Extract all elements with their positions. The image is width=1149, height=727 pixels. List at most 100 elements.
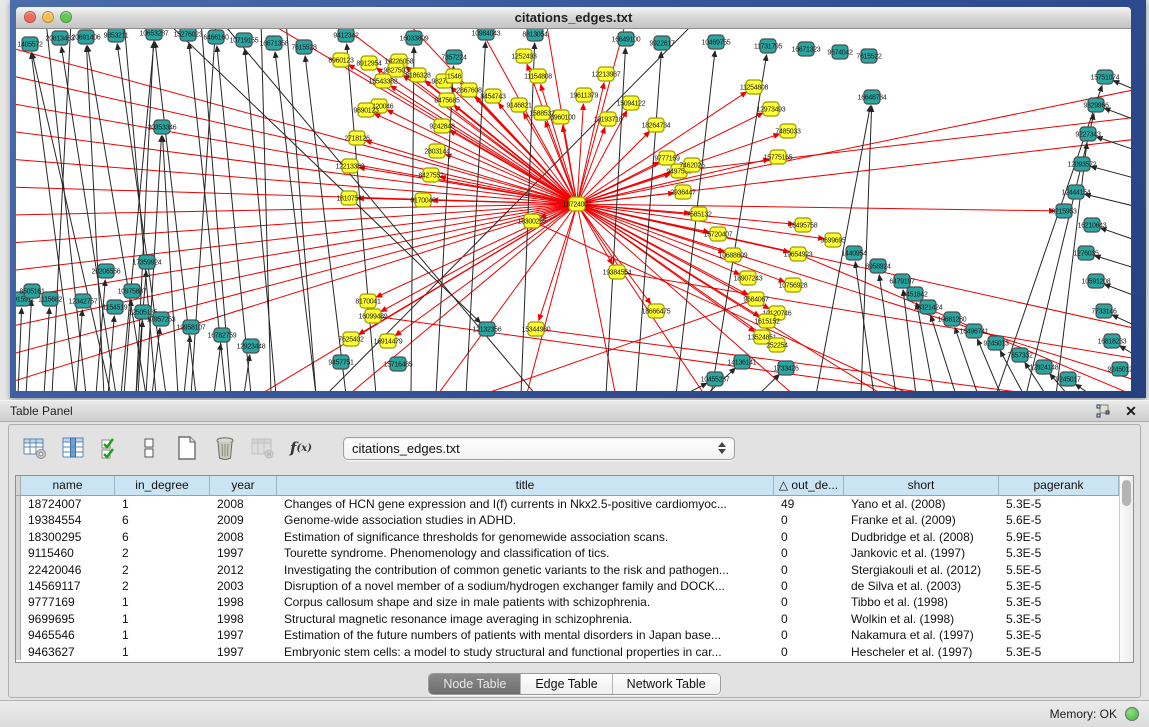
graph-node[interactable]: 18666475 <box>642 304 671 318</box>
graph-node[interactable]: 15344980 <box>522 322 551 336</box>
graph-node[interactable]: 10591208 <box>1082 274 1111 288</box>
graph-edge[interactable] <box>1085 194 1131 207</box>
graph-node[interactable]: 16648784 <box>858 90 887 104</box>
graph-node[interactable]: 16914479 <box>374 334 403 348</box>
graph-node[interactable]: 8958924 <box>865 259 891 273</box>
graph-edge[interactable] <box>275 52 316 391</box>
graph-edge[interactable] <box>16 159 577 204</box>
graph-node[interactable]: 9245013 <box>983 336 1009 350</box>
graph-edge[interactable] <box>1101 228 1131 241</box>
close-window-icon[interactable] <box>24 11 36 23</box>
graph-edge[interactable] <box>617 272 1131 359</box>
table-row[interactable]: 977716911998Corpus callosum shape and si… <box>16 594 1119 610</box>
select-all-icon[interactable] <box>97 434 125 462</box>
graph-node[interactable]: 16033809 <box>400 31 429 45</box>
graph-node[interactable]: 15775165 <box>764 150 793 164</box>
graph-node[interactable]: 1252493 <box>511 49 537 63</box>
graph-node[interactable]: 8215953 <box>1051 204 1077 218</box>
column-header-3[interactable]: title <box>277 476 774 495</box>
column-header-4[interactable]: △ out_de... <box>774 476 844 495</box>
column-header-6[interactable]: pagerank <box>999 476 1119 495</box>
graph-edge[interactable] <box>214 344 221 391</box>
graph-node[interactable]: 12132356 <box>473 322 502 336</box>
graph-node[interactable]: 9674042 <box>827 45 853 59</box>
graph-node[interactable]: 8475685 <box>434 93 460 107</box>
graph-edge[interactable] <box>684 383 707 391</box>
graph-node[interactable]: 16782759 <box>208 328 237 342</box>
graph-edge[interactable] <box>526 204 577 391</box>
graph-edge[interactable] <box>1075 384 1091 391</box>
graph-node[interactable]: 10653287 <box>140 29 169 40</box>
delete-column-icon[interactable] <box>211 434 239 462</box>
graph-node[interactable]: 1405572 <box>17 37 43 51</box>
graph-node[interactable]: 19611379 <box>570 88 599 102</box>
column-header-0[interactable]: name <box>21 476 115 495</box>
graph-node[interactable]: 10469755 <box>702 35 731 49</box>
delete-table-icon[interactable] <box>249 434 277 462</box>
graph-node[interactable]: 6479197 <box>889 274 915 288</box>
graph-edge[interactable] <box>577 204 789 252</box>
graph-edge[interactable] <box>16 204 577 299</box>
graph-node[interactable]: 9329966 <box>1083 98 1109 112</box>
graph-node[interactable]: 16671358 <box>260 36 289 50</box>
graph-node[interactable]: 11731795 <box>754 39 783 53</box>
minimize-window-icon[interactable] <box>42 11 54 23</box>
zoom-window-icon[interactable] <box>60 11 72 23</box>
graph-node[interactable]: 10719155 <box>230 33 259 47</box>
graph-node[interactable]: 15716485 <box>384 357 413 371</box>
graph-node[interactable]: 8912954 <box>356 56 382 70</box>
graph-node[interactable]: 19384554 <box>603 265 632 279</box>
graph-node[interactable]: 16671323 <box>792 42 821 56</box>
graph-node[interactable]: 8170041 <box>355 294 381 308</box>
graph-node[interactable]: 18495758 <box>789 218 818 232</box>
graph-node[interactable]: 8960123 <box>328 53 354 67</box>
graph-edge[interactable] <box>1097 137 1131 151</box>
table-row[interactable]: 1872400712008Changes of HCN gene express… <box>16 496 1119 512</box>
graph-edge[interactable] <box>1113 81 1131 91</box>
close-panel-icon[interactable]: ✕ <box>1123 403 1139 419</box>
graph-node[interactable]: 15094122 <box>617 96 646 110</box>
graph-node[interactable]: 10975887 <box>118 284 147 298</box>
table-row[interactable]: 946554611997Estimation of the future num… <box>16 627 1119 643</box>
graph-edge[interactable] <box>577 204 1131 381</box>
row-mode-icon[interactable] <box>135 434 163 462</box>
float-panel-icon[interactable] <box>1095 403 1111 419</box>
graph-node[interactable]: 1276035 <box>1073 246 1099 260</box>
graph-edge[interactable] <box>31 53 76 391</box>
graph-node[interactable]: 2867608 <box>456 83 482 97</box>
graph-edge[interactable] <box>32 53 111 391</box>
table-options-icon[interactable] <box>21 434 49 462</box>
graph-edge[interactable] <box>1095 256 1131 269</box>
graph-edge[interactable] <box>1120 346 1131 357</box>
graph-node[interactable]: 8813054 <box>522 29 548 41</box>
graph-node[interactable]: 16210643 <box>1078 218 1107 232</box>
graph-node[interactable]: 17359924 <box>133 255 162 269</box>
graph-node[interactable]: 1810754 <box>336 191 362 205</box>
graph-node[interactable]: 18907243 <box>734 271 763 285</box>
graph-node[interactable]: 16818233 <box>1098 334 1127 348</box>
table-row[interactable]: 1938455462009Genome-wide association stu… <box>16 512 1119 528</box>
table-row[interactable]: 1830029562008Estimation of significance … <box>16 529 1119 545</box>
table-row[interactable]: 1456911722003Disruption of a novel membe… <box>16 578 1119 594</box>
graph-node[interactable]: 252254 <box>766 338 788 352</box>
new-column-icon[interactable] <box>173 434 201 462</box>
graph-node[interactable]: 2936447 <box>670 185 696 199</box>
graph-edge[interactable] <box>1104 284 1131 297</box>
window-titlebar[interactable]: citations_edges.txt <box>16 7 1131 29</box>
graph-node[interactable]: 7585132 <box>686 207 712 221</box>
column-header-2[interactable]: year <box>210 476 277 495</box>
graph-node[interactable]: 12093572 <box>1068 157 1097 171</box>
graph-node[interactable]: 12444154 <box>1062 185 1091 199</box>
function-builder-icon[interactable]: f(x) <box>287 434 315 462</box>
column-chooser-icon[interactable] <box>59 434 87 462</box>
graph-node[interactable]: 9227343 <box>1075 127 1101 141</box>
graph-node[interactable]: 7733146 <box>1091 304 1117 318</box>
graph-node[interactable]: 9146821 <box>506 98 532 112</box>
table-row[interactable]: 946362711997Embryonic stem cells: a mode… <box>16 644 1119 660</box>
graph-node[interactable]: 9245012 <box>1107 362 1131 376</box>
graph-node[interactable]: 20691406 <box>72 30 101 44</box>
graph-edge[interactable] <box>376 204 577 297</box>
graph-edge[interactable] <box>86 46 104 391</box>
graph-edge[interactable] <box>26 300 31 391</box>
graph-edge[interactable] <box>577 89 1131 204</box>
